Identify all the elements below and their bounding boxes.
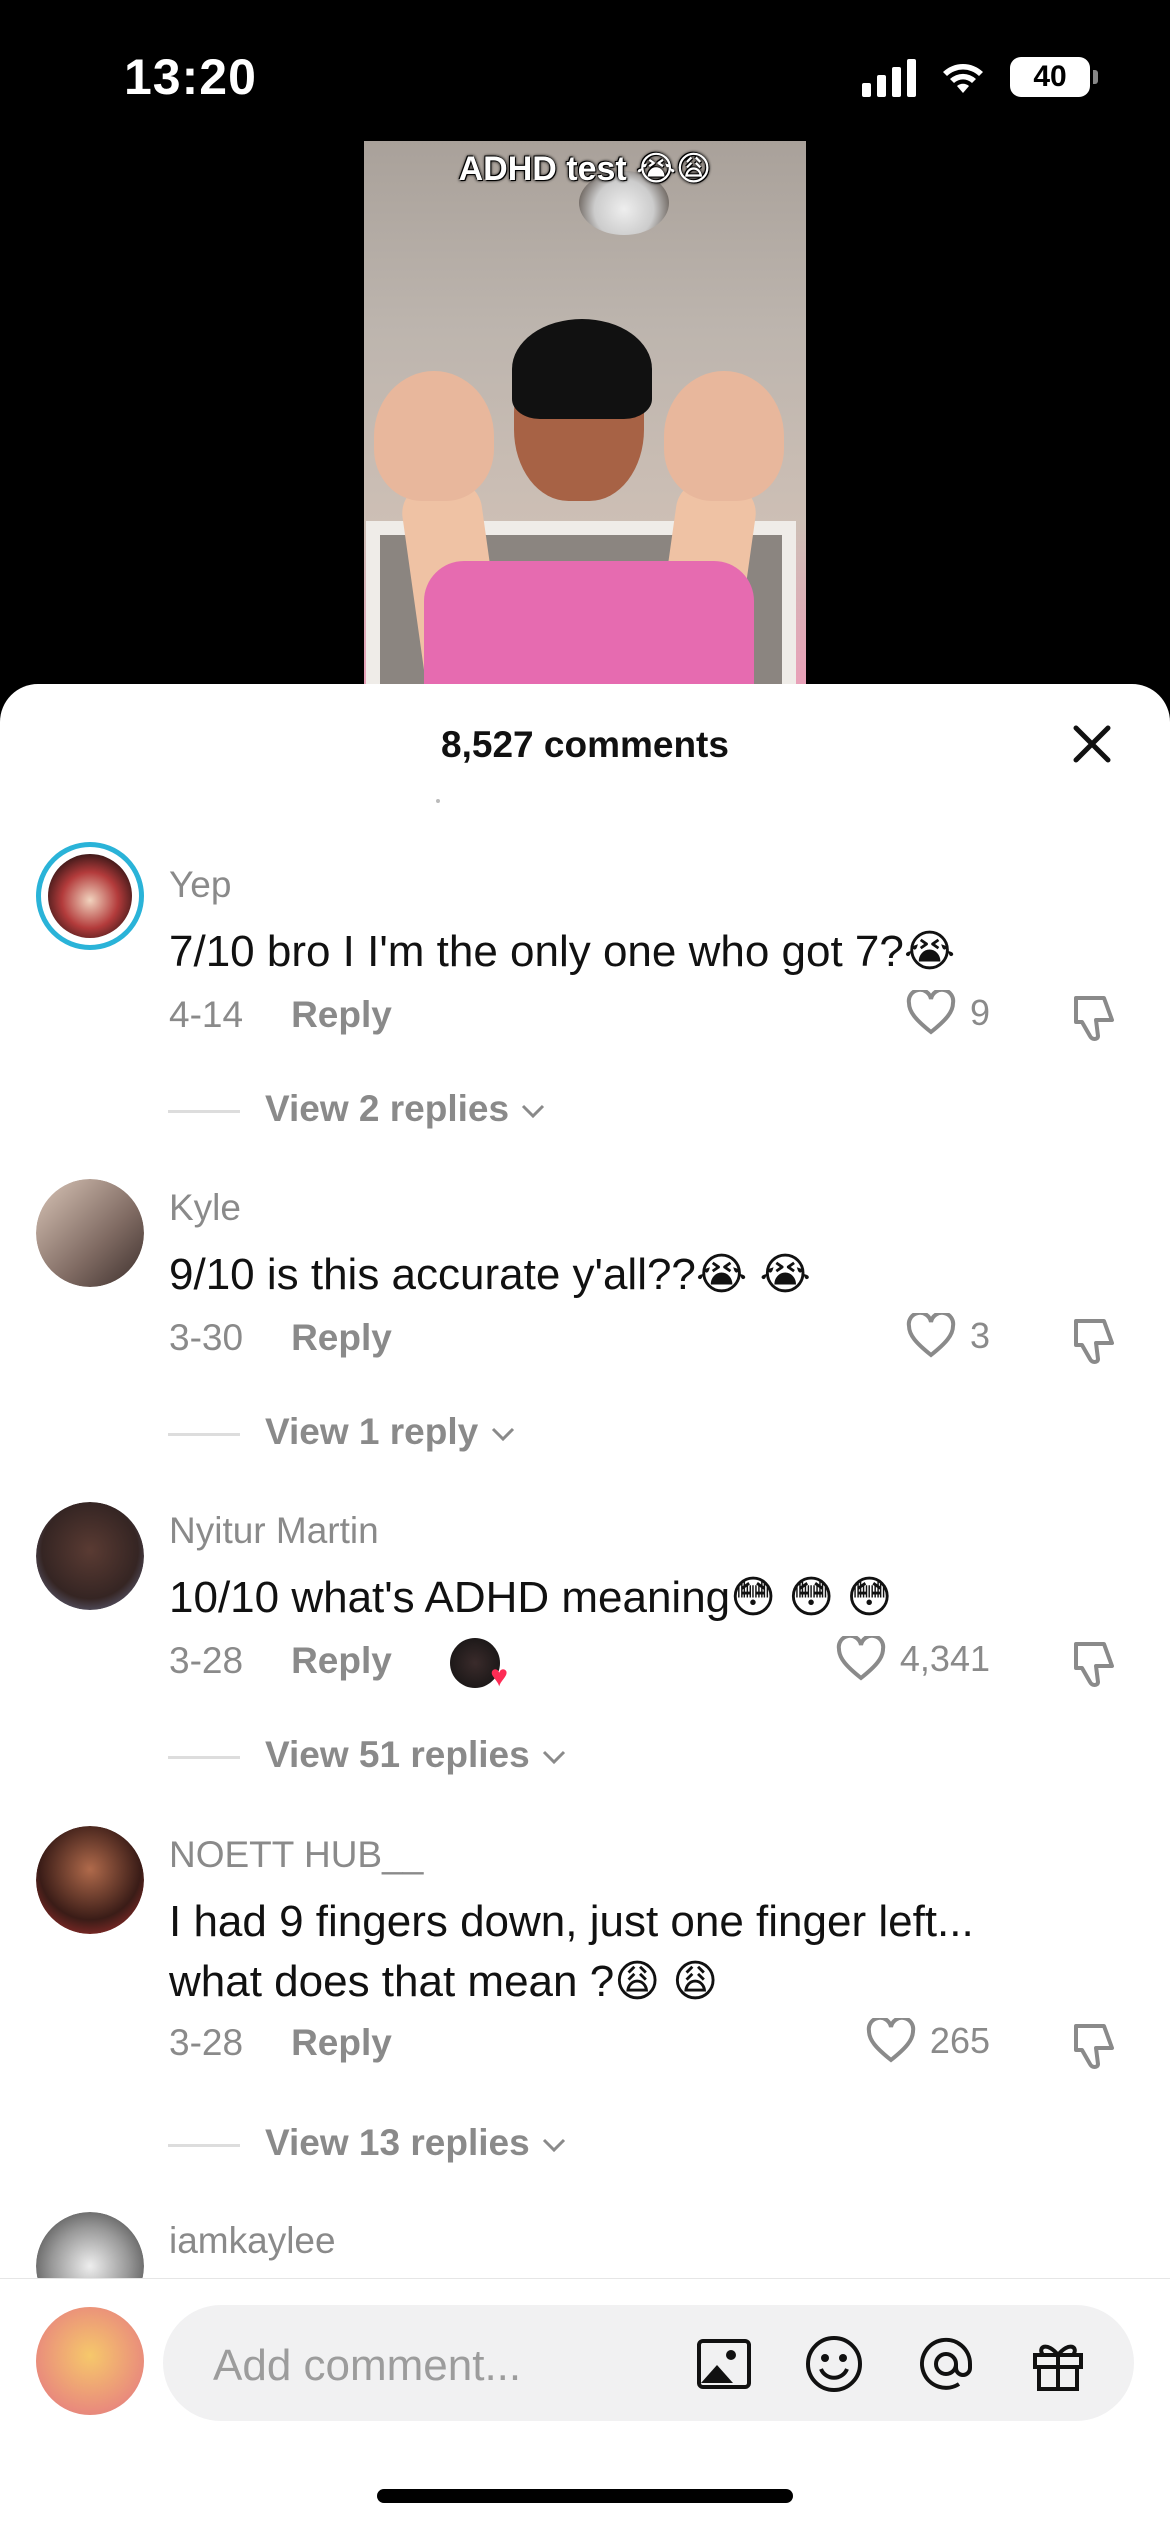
chevron-down-icon <box>542 1750 565 1765</box>
comment-text: 9/10 is this accurate y'all??😭 😭 <box>169 1250 811 1299</box>
reply-button[interactable]: Reply <box>291 1640 392 1681</box>
comment-emoji: 😳 😳 😳 <box>730 1573 893 1622</box>
close-icon[interactable] <box>1068 720 1116 768</box>
dislike-icon[interactable] <box>1066 1313 1122 1369</box>
video-preview[interactable]: ADHD test 😭😩 <box>364 141 806 686</box>
avatar[interactable] <box>36 2307 144 2415</box>
comment-meta: 3-30 Reply <box>169 1317 392 1359</box>
avatar[interactable] <box>36 1179 144 1287</box>
comment-date: 3-28 <box>169 2022 244 2063</box>
avatar[interactable] <box>36 1826 144 1934</box>
status-icons: 40 <box>862 52 1098 102</box>
comment-composer: Add comment... <box>0 2278 1170 2532</box>
comment-input-placeholder: Add comment... <box>213 2341 522 2390</box>
comment-date: 4-14 <box>169 994 244 1035</box>
chevron-down-icon <box>522 1104 545 1119</box>
view-replies-button[interactable]: View 1 reply <box>265 1411 517 1453</box>
comment-text: 7/10 bro I I'm the only one who got 7?😭 <box>169 927 956 976</box>
like-button[interactable]: 9 <box>906 990 990 1036</box>
wifi-icon <box>943 64 983 93</box>
like-count: 265 <box>929 2020 990 2061</box>
gift-icon[interactable] <box>1027 2333 1089 2395</box>
replies-divider <box>168 1433 240 1436</box>
comment-input[interactable]: Add comment... <box>163 2305 1134 2421</box>
like-button[interactable]: 4,341 <box>836 1636 990 1682</box>
comment-author[interactable]: Kyle <box>169 1187 241 1229</box>
comment-date: 3-30 <box>169 1317 244 1358</box>
sheet-divider-dot <box>436 799 440 803</box>
view-replies-button[interactable]: View 13 replies <box>265 2122 568 2164</box>
reply-button[interactable]: Reply <box>291 2022 392 2063</box>
replies-divider <box>168 1110 240 1113</box>
emoji-icon[interactable] <box>803 2333 865 2395</box>
replies-divider <box>168 2144 240 2147</box>
comment-author[interactable]: Nyitur Martin <box>169 1510 379 1552</box>
heart-icon <box>836 1636 886 1681</box>
comments-count-title: 8,527 comments <box>441 724 729 765</box>
mention-icon[interactable] <box>915 2333 977 2395</box>
comment-author[interactable]: iamkaylee <box>169 2220 336 2262</box>
heart-icon <box>906 990 956 1035</box>
heart-icon <box>866 2018 916 2063</box>
reply-button[interactable]: Reply <box>291 1317 392 1358</box>
comment-text: 10/10 what's ADHD meaning😳 😳 😳 <box>169 1573 893 1622</box>
status-bar: 13:20 40 <box>0 0 1170 140</box>
chevron-down-icon <box>542 2138 565 2153</box>
status-time: 13:20 <box>124 49 257 105</box>
like-count: 9 <box>969 992 990 1033</box>
video-hand-right <box>664 371 784 501</box>
heart-icon: ♥ <box>490 1660 508 1693</box>
comment-emoji: 😭 <box>903 927 956 976</box>
comment-author[interactable]: NOETT HUB__ <box>169 1834 423 1876</box>
like-count: 4,341 <box>899 1638 990 1679</box>
comment-emoji: 😩 😩 <box>614 1957 719 2006</box>
replies-divider <box>168 1756 240 1759</box>
comments-sheet: 8,527 comments Yep 7/10 bro I I'm the on… <box>0 684 1170 2532</box>
comment-text: I had 9 fingers down, just one finger le… <box>169 1897 974 2006</box>
creator-liked-badge: ♥ <box>450 1638 508 1693</box>
like-button[interactable]: 3 <box>906 1313 990 1359</box>
comment-meta: 3-28 Reply <box>169 2022 392 2064</box>
comment-date: 3-28 <box>169 1640 244 1681</box>
avatar[interactable] <box>36 842 144 950</box>
image-icon[interactable] <box>693 2333 755 2395</box>
chevron-down-icon <box>491 1427 514 1442</box>
video-shirt <box>424 561 754 686</box>
like-button[interactable]: 265 <box>866 2018 990 2064</box>
battery-indicator: 40 <box>1010 57 1098 97</box>
video-caption: ADHD test 😭😩 <box>458 150 712 188</box>
view-replies-button[interactable]: View 2 replies <box>265 1088 547 1130</box>
heart-icon <box>906 1313 956 1358</box>
video-hand-left <box>374 371 494 501</box>
dislike-icon[interactable] <box>1066 1636 1122 1692</box>
home-indicator[interactable] <box>377 2489 793 2503</box>
signal-icon <box>862 57 916 97</box>
avatar[interactable] <box>36 1502 144 1610</box>
comment-meta: 4-14 Reply <box>169 994 392 1036</box>
view-replies-button[interactable]: View 51 replies <box>265 1734 568 1776</box>
comment-emoji: 😭 😭 <box>695 1250 811 1299</box>
like-count: 3 <box>969 1315 990 1356</box>
dislike-icon[interactable] <box>1066 2018 1122 2074</box>
video-person-cap <box>512 319 652 419</box>
dislike-icon[interactable] <box>1066 990 1122 1046</box>
comment-meta: 3-28 Reply <box>169 1640 392 1682</box>
comment-author[interactable]: Yep <box>169 864 231 906</box>
reply-button[interactable]: Reply <box>291 994 392 1035</box>
